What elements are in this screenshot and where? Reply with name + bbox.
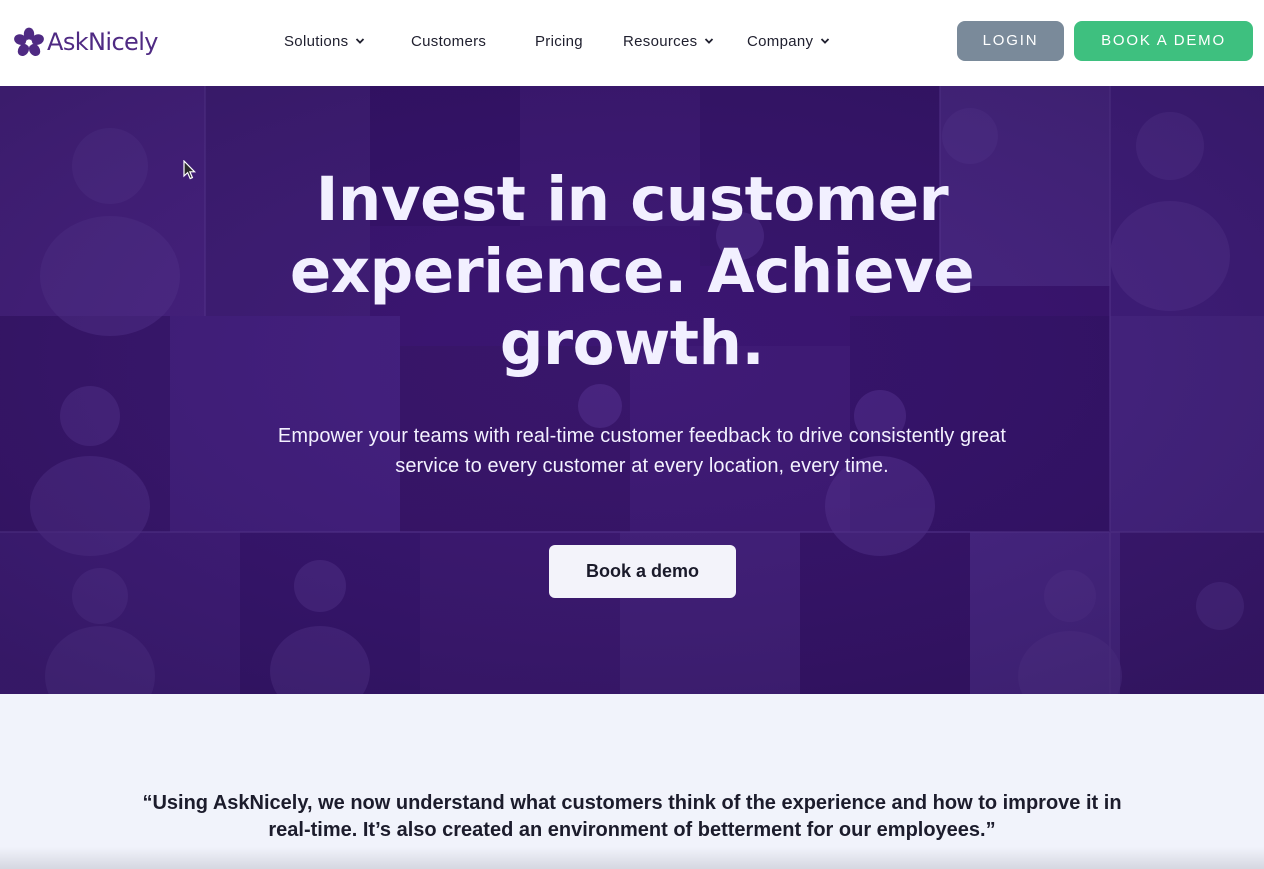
top-navigation: AskNicely Solutions Customers Pricing Re… bbox=[0, 0, 1264, 86]
chevron-down-icon bbox=[705, 38, 714, 44]
testimonial-section: “Using AskNicely, we now understand what… bbox=[0, 694, 1264, 869]
nav-company-label: Company bbox=[747, 32, 814, 50]
testimonial-quote: “Using AskNicely, we now understand what… bbox=[142, 792, 1122, 841]
flower-logo-icon bbox=[14, 27, 44, 57]
nav-company[interactable]: Company bbox=[747, 29, 831, 53]
nav-pricing-label: Pricing bbox=[535, 32, 583, 50]
nav-pricing[interactable]: Pricing bbox=[535, 29, 583, 53]
mouse-cursor-icon bbox=[183, 160, 197, 180]
nav-resources[interactable]: Resources bbox=[623, 29, 715, 53]
book-demo-button[interactable]: BOOK A DEMO bbox=[1074, 21, 1253, 61]
nav-solutions-label: Solutions bbox=[284, 32, 349, 50]
asknicely-logo[interactable]: AskNicely bbox=[12, 24, 158, 60]
hero-book-demo-button[interactable]: Book a demo bbox=[549, 545, 736, 598]
nav-customers-label: Customers bbox=[411, 32, 487, 50]
chevron-down-icon bbox=[821, 38, 830, 44]
nav-resources-label: Resources bbox=[623, 32, 698, 50]
logo-wordmark: AskNicely bbox=[47, 28, 158, 56]
chevron-down-icon bbox=[356, 38, 365, 44]
login-button[interactable]: LOGIN bbox=[957, 21, 1064, 61]
hero-subheadline: Empower your teams with real-time custom… bbox=[277, 425, 1007, 477]
nav-solutions[interactable]: Solutions bbox=[284, 29, 366, 53]
bottom-shadow bbox=[0, 847, 1264, 869]
hero-section: Invest in customer experience. Achieve g… bbox=[0, 86, 1264, 694]
hero-headline: Invest in customer experience. Achieve g… bbox=[289, 164, 975, 379]
nav-customers[interactable]: Customers bbox=[411, 29, 486, 53]
